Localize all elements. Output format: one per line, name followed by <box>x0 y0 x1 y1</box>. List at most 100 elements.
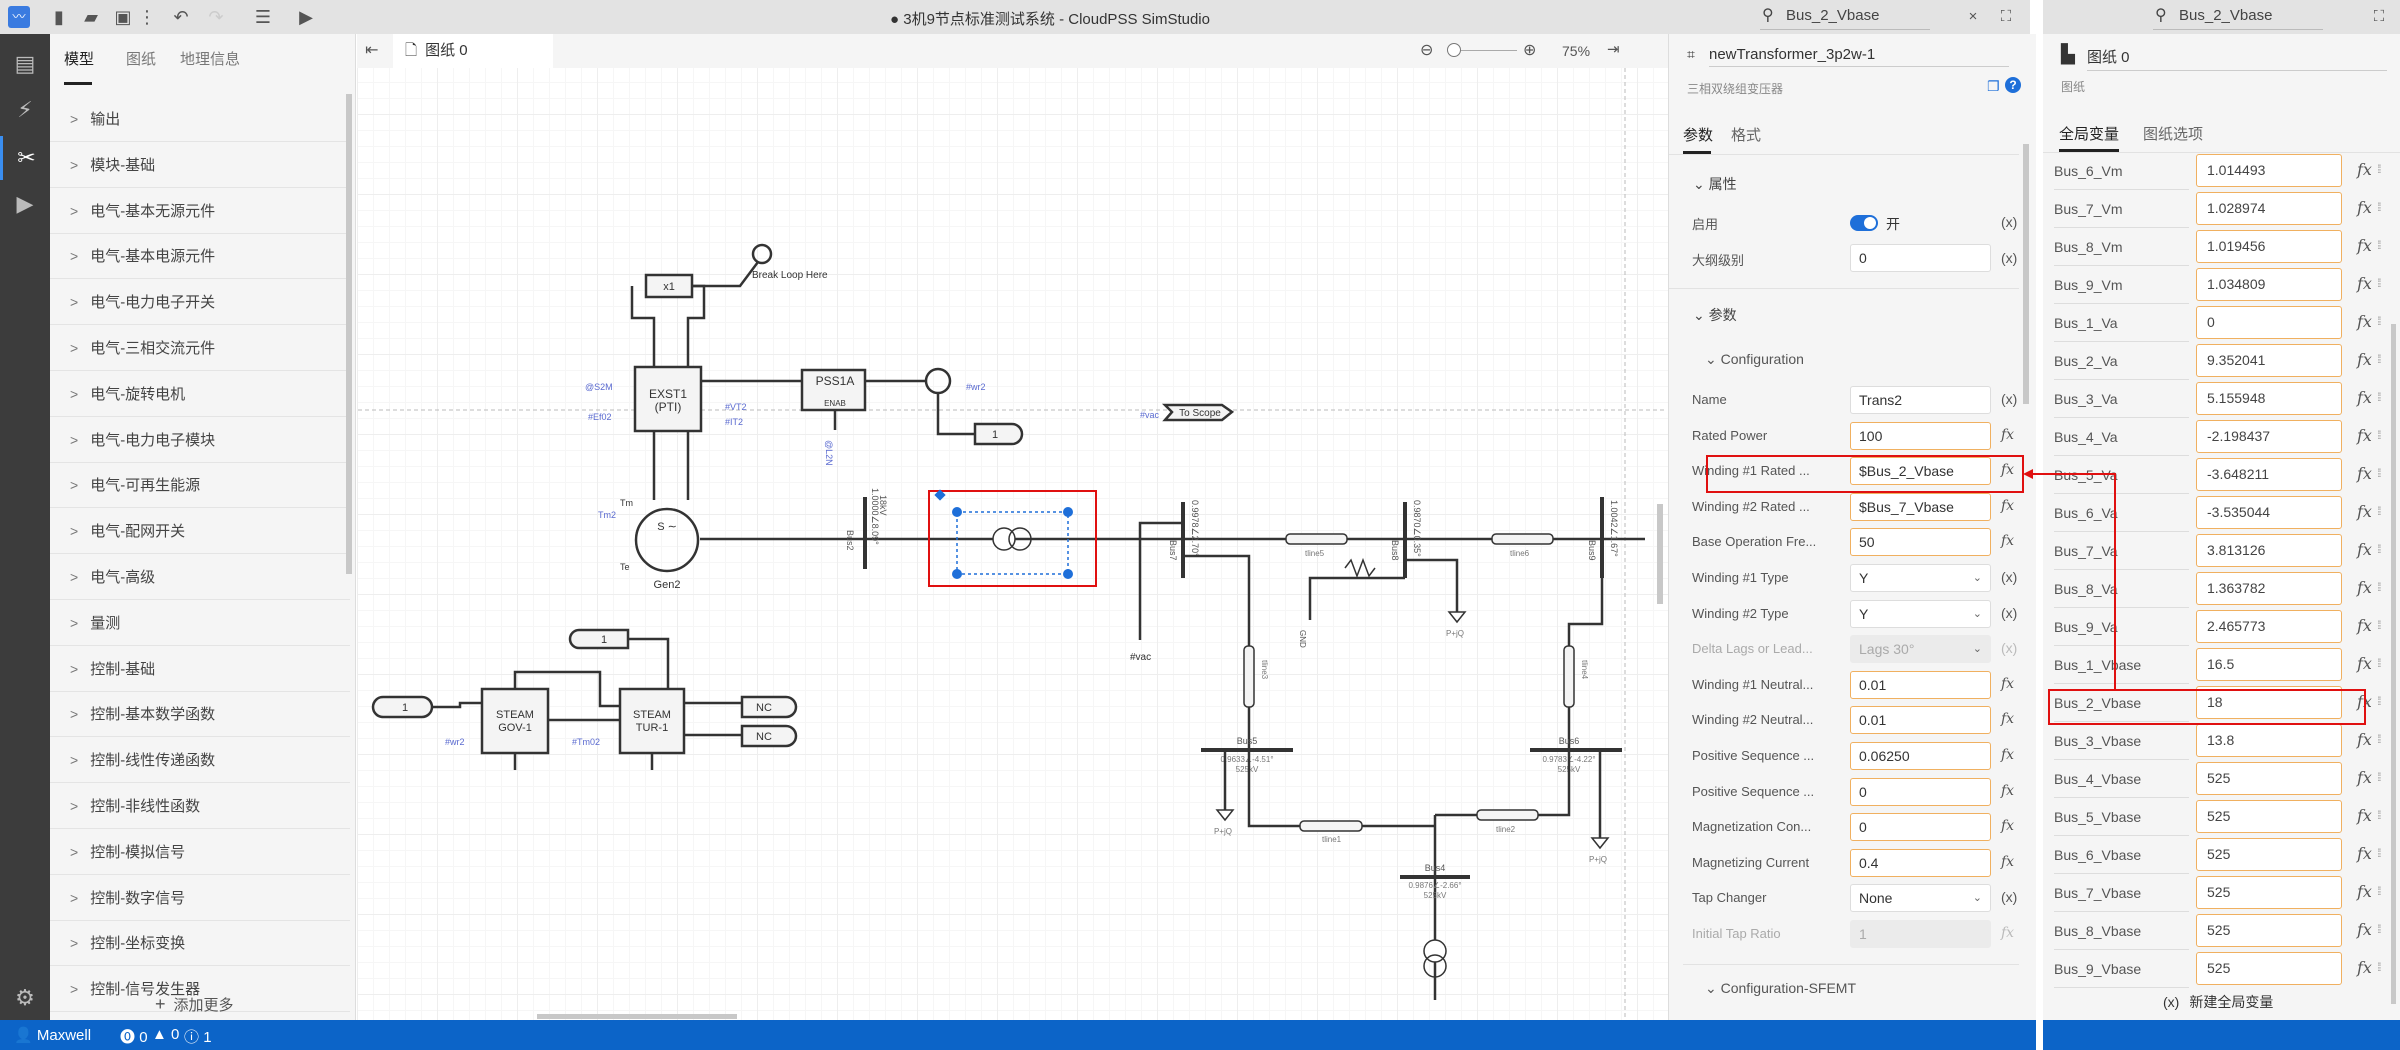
tab-drawing-options[interactable]: 图纸选项 <box>2143 123 2203 144</box>
tree-item[interactable]: > 模块-基础 <box>50 142 350 188</box>
variable-name[interactable]: Bus_4_Vbase <box>2054 764 2189 798</box>
variable-value-input[interactable]: 1.014493 <box>2196 154 2342 187</box>
variable-value-input[interactable]: 0 <box>2196 306 2342 339</box>
function-icon[interactable]: fx <box>2001 676 2014 692</box>
tree-item[interactable]: > 电气-配网开关 <box>50 508 350 555</box>
tree-item[interactable]: > 电气-电力电子模块 <box>50 417 350 463</box>
enable-toggle[interactable] <box>1850 215 1878 231</box>
drag-handle-icon[interactable]: ⁞⁞ <box>2377 352 2381 366</box>
variable-toggle[interactable]: (x) <box>2001 391 2017 407</box>
save-icon[interactable]: ▣ <box>112 6 134 28</box>
drag-handle-icon[interactable]: ⁞⁞ <box>2377 732 2381 746</box>
add-more-button[interactable]: + 添加更多 <box>155 994 234 1015</box>
line3[interactable] <box>1243 645 1255 708</box>
function-icon[interactable]: fx <box>2357 198 2372 217</box>
subsection-configuration[interactable]: ⌄ Configuration <box>1705 351 1804 368</box>
function-icon[interactable]: fx <box>2357 616 2372 635</box>
tree-item[interactable]: > 电气-三相交流元件 <box>50 325 350 371</box>
drag-handle-icon[interactable]: ⁞⁞ <box>2377 504 2381 518</box>
load[interactable] <box>1447 611 1467 624</box>
tree-item[interactable]: > 电气-高级 <box>50 554 350 600</box>
tab-drawing[interactable]: 图纸 <box>126 48 156 69</box>
variable-value-input[interactable]: -3.535044 <box>2196 496 2342 529</box>
function-icon[interactable]: fx <box>2357 920 2372 939</box>
property-input[interactable]: Trans2 <box>1850 386 1991 414</box>
function-icon[interactable]: fx <box>2357 274 2372 293</box>
function-icon[interactable]: fx <box>2357 464 2372 483</box>
function-icon[interactable]: fx <box>2001 747 2014 763</box>
tree-item[interactable]: > 输出 <box>50 96 350 142</box>
tree-item[interactable]: > 控制-坐标变换 <box>50 920 350 967</box>
scrollbar[interactable] <box>2023 144 2029 404</box>
tab-params[interactable]: 参数 <box>1683 124 1713 145</box>
function-icon[interactable]: fx <box>2001 427 2014 443</box>
close-search-button[interactable]: × <box>1962 6 1984 28</box>
app-logo-icon[interactable]: 〰 <box>8 6 30 28</box>
drag-handle-icon[interactable]: ⁞⁞ <box>2377 960 2381 974</box>
property-input[interactable]: 50 <box>1850 528 1991 557</box>
variable-name[interactable]: Bus_7_Vm <box>2054 194 2189 228</box>
variable-name[interactable]: Bus_5_Vbase <box>2054 802 2189 836</box>
drawing-title[interactable]: 图纸 0 <box>2087 46 2387 71</box>
drag-handle-icon[interactable]: ⁞⁞ <box>2377 466 2381 480</box>
drag-handle-icon[interactable]: ⁞⁞ <box>2377 656 2381 670</box>
tree-item[interactable]: > 电气-基本电源元件 <box>50 233 350 280</box>
tab-model[interactable]: 模型 <box>64 48 94 69</box>
property-input[interactable]: 0.01 <box>1850 706 1991 735</box>
property-input[interactable]: 0 <box>1850 813 1991 842</box>
variable-value-input[interactable]: 525 <box>2196 876 2342 909</box>
variable-toggle[interactable]: (x) <box>2001 605 2017 621</box>
line2[interactable] <box>1476 809 1539 821</box>
property-input[interactable]: $Bus_7_Vbase <box>1850 492 1991 521</box>
variable-toggle[interactable]: (x) <box>2001 640 2017 656</box>
function-icon[interactable]: fx <box>2001 925 2014 941</box>
drag-handle-icon[interactable]: ⁞⁞ <box>2377 808 2381 822</box>
scrollbar[interactable] <box>346 94 352 574</box>
variable-value-input[interactable]: 16.5 <box>2196 648 2342 681</box>
variable-name[interactable]: Bus_6_Vm <box>2054 156 2189 190</box>
function-icon[interactable]: fx <box>2001 498 2014 514</box>
variable-value-input[interactable]: 1.034809 <box>2196 268 2342 301</box>
variable-toggle[interactable]: (x) <box>2001 889 2017 905</box>
new-file-icon[interactable]: ▮ <box>48 6 70 28</box>
load[interactable] <box>1590 837 1610 850</box>
help-icon[interactable]: ? <box>2005 77 2021 93</box>
variable-value-input[interactable]: 525 <box>2196 838 2342 871</box>
function-icon[interactable]: fx <box>2357 844 2372 863</box>
function-icon[interactable]: fx <box>2001 818 2014 834</box>
variable-value-input[interactable]: 525 <box>2196 762 2342 795</box>
function-icon[interactable]: fx <box>2357 350 2372 369</box>
tree-item[interactable]: > 控制-模拟信号 <box>50 829 350 875</box>
drag-handle-icon[interactable]: ⁞⁞ <box>2377 884 2381 898</box>
tree-item[interactable]: > 控制-线性传递函数 <box>50 737 350 784</box>
constant-block[interactable] <box>973 422 1024 446</box>
function-icon[interactable]: fx <box>2001 711 2014 727</box>
property-input[interactable]: 0.4 <box>1850 848 1991 877</box>
variable-value-input[interactable]: -2.198437 <box>2196 420 2342 453</box>
variable-toggle[interactable]: (x) <box>2001 250 2017 266</box>
steam-turbine-block[interactable] <box>618 687 686 755</box>
more-icon[interactable]: ⋮ <box>136 6 158 28</box>
tree-item[interactable]: > 控制-基础 <box>50 646 350 692</box>
drag-handle-icon[interactable]: ⁞⁞ <box>2377 276 2381 290</box>
tree-item[interactable]: > 控制-数字信号 <box>50 875 350 921</box>
variable-value-input[interactable]: 5.155948 <box>2196 382 2342 415</box>
drag-handle-icon[interactable]: ⁞⁞ <box>2377 694 2381 708</box>
section-attributes[interactable]: ⌄ 属性 <box>1693 174 1737 194</box>
variable-name[interactable]: Bus_8_Vbase <box>2054 916 2189 950</box>
tree-item[interactable]: > 电气-旋转电机 <box>50 371 350 417</box>
right-search-input[interactable]: ⚲ Bus_2_Vbase <box>2153 4 2323 30</box>
schematic-canvas[interactable]: ⇤ 🗋 图纸 0 ⊖ ⊕ 75% ⇥ EXST1 (PTI) x1 Break L… <box>357 34 1668 1020</box>
drag-handle-icon[interactable]: ⁞⁞ <box>2377 314 2381 328</box>
function-icon[interactable]: fx <box>2357 540 2372 559</box>
outline-level-input[interactable]: 0 <box>1850 244 1991 272</box>
settings-icon[interactable]: ⚙ <box>0 976 50 1020</box>
scrollbar[interactable] <box>2391 324 2396 1004</box>
tab-format[interactable]: 格式 <box>1731 124 1761 145</box>
resize-handle[interactable] <box>1063 507 1073 517</box>
resistor[interactable] <box>1344 557 1376 579</box>
property-input[interactable]: 100 <box>1850 421 1991 450</box>
line5[interactable] <box>1285 533 1348 545</box>
function-icon[interactable]: fx <box>2357 730 2372 749</box>
plug-icon[interactable]: ⚡ <box>0 88 50 132</box>
